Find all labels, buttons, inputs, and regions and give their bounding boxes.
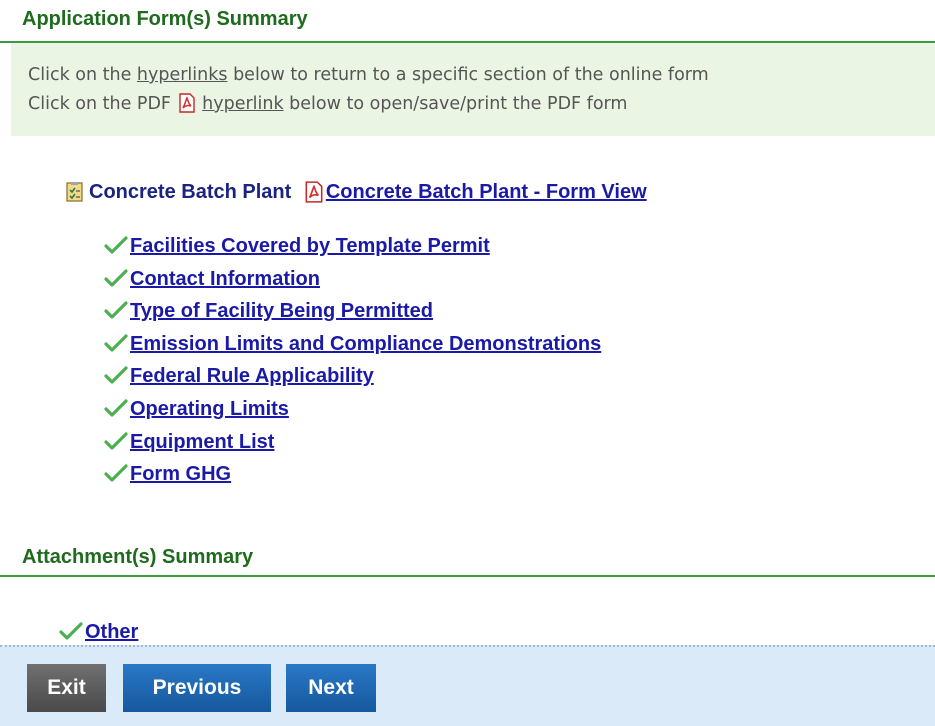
section-link[interactable]: Equipment List bbox=[130, 431, 274, 453]
list-item: Type of Facility Being Permitted bbox=[104, 296, 601, 329]
pdf-icon bbox=[178, 93, 195, 113]
next-button[interactable]: Next bbox=[286, 664, 376, 712]
list-item: Federal Rule Applicability bbox=[104, 361, 601, 394]
form-pdf-link[interactable]: Concrete Batch Plant - Form View bbox=[326, 181, 647, 203]
navigation-footer: Exit Previous Next bbox=[0, 645, 935, 726]
instructions-box: Click on the hyperlinks below to return … bbox=[11, 43, 935, 136]
attachment-link[interactable]: Other bbox=[85, 621, 138, 643]
form-name: Concrete Batch Plant bbox=[89, 181, 292, 203]
list-item: Contact Information bbox=[104, 264, 601, 297]
instruction-line-2: Click on the PDF hyperlink below to open… bbox=[28, 93, 628, 114]
attachment-item: Other bbox=[59, 617, 138, 647]
section-link[interactable]: Facilities Covered by Template Permit bbox=[130, 235, 490, 257]
pdf-icon bbox=[305, 181, 323, 203]
hyperlinks-link[interactable]: hyperlinks bbox=[137, 65, 228, 85]
section-link[interactable]: Contact Information bbox=[130, 268, 320, 290]
section-link[interactable]: Form GHG bbox=[130, 463, 231, 485]
hyperlink-link[interactable]: hyperlink bbox=[202, 94, 283, 114]
check-icon bbox=[104, 334, 128, 352]
list-item: Facilities Covered by Template Permit bbox=[104, 231, 601, 264]
list-item: Form GHG bbox=[104, 459, 601, 492]
form-section-list: Facilities Covered by Template Permit Co… bbox=[104, 231, 601, 492]
check-icon bbox=[104, 268, 128, 287]
section-link[interactable]: Type of Facility Being Permitted bbox=[130, 300, 433, 322]
list-item: Emission Limits and Compliance Demonstra… bbox=[104, 329, 601, 362]
attachment-summary-heading: Attachment(s) Summary bbox=[0, 539, 935, 577]
check-icon bbox=[104, 399, 128, 417]
check-icon bbox=[104, 366, 128, 384]
check-icon bbox=[59, 622, 83, 640]
application-summary-heading: Application Form(s) Summary bbox=[0, 0, 935, 43]
check-icon bbox=[104, 464, 128, 482]
list-item: Operating Limits bbox=[104, 394, 601, 427]
check-icon bbox=[104, 431, 128, 450]
list-item: Equipment List bbox=[104, 427, 601, 460]
section-link[interactable]: Emission Limits and Compliance Demonstra… bbox=[130, 333, 601, 355]
check-icon bbox=[104, 236, 128, 254]
form-title-row: Concrete Batch Plant Concrete Batch Plan… bbox=[64, 178, 647, 206]
exit-button[interactable]: Exit bbox=[27, 664, 106, 712]
previous-button[interactable]: Previous bbox=[123, 664, 271, 712]
instruction-line-1: Click on the hyperlinks below to return … bbox=[28, 65, 709, 85]
check-icon bbox=[104, 301, 128, 319]
section-link[interactable]: Operating Limits bbox=[130, 398, 289, 420]
form-document-icon bbox=[66, 182, 83, 202]
section-link[interactable]: Federal Rule Applicability bbox=[130, 365, 374, 387]
